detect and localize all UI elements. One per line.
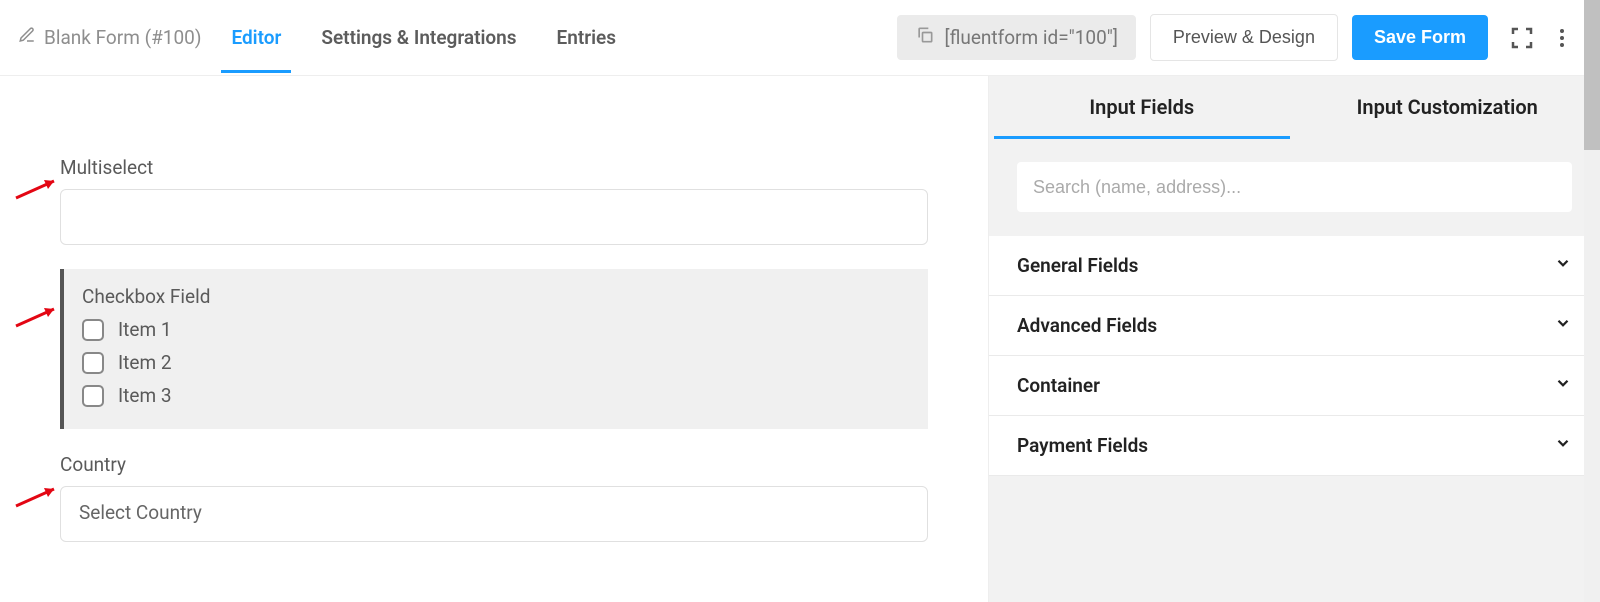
country-field[interactable]: Country Select Country: [60, 453, 928, 542]
checkbox-icon[interactable]: [82, 319, 104, 341]
checkbox-item-label: Item 1: [118, 318, 172, 341]
save-button[interactable]: Save Form: [1352, 15, 1488, 60]
arrow-icon: [14, 306, 58, 328]
chevron-down-icon: [1554, 434, 1572, 457]
preview-button[interactable]: Preview & Design: [1150, 14, 1338, 61]
chevron-down-icon: [1554, 254, 1572, 277]
fields-accordion: General Fields Advanced Fields Container…: [989, 236, 1600, 476]
main: Multiselect Checkbox Field Item 1 Item 2…: [0, 76, 1600, 602]
accordion-label: Advanced Fields: [1017, 314, 1157, 337]
chevron-down-icon: [1554, 374, 1572, 397]
checkbox-item[interactable]: Item 2: [82, 351, 910, 374]
search-input[interactable]: [1017, 162, 1572, 212]
multiselect-input[interactable]: [60, 189, 928, 245]
accordion-general-fields[interactable]: General Fields: [989, 236, 1600, 296]
form-title-wrap[interactable]: Blank Form (#100): [18, 26, 201, 49]
fullscreen-icon[interactable]: [1502, 18, 1542, 58]
checkbox-item[interactable]: Item 1: [82, 318, 910, 341]
tab-input-customization[interactable]: Input Customization: [1295, 76, 1600, 138]
copy-icon: [915, 25, 935, 50]
arrow-icon: [14, 178, 58, 200]
more-icon[interactable]: [1542, 18, 1582, 58]
accordion-label: General Fields: [1017, 254, 1138, 277]
checkbox-icon[interactable]: [82, 352, 104, 374]
accordion-label: Container: [1017, 374, 1100, 397]
checkbox-item[interactable]: Item 3: [82, 384, 910, 407]
accordion-container[interactable]: Container: [989, 356, 1600, 416]
pencil-icon: [18, 26, 36, 49]
accordion-label: Payment Fields: [1017, 434, 1148, 457]
shortcode-text: [fluentform id="100"]: [945, 26, 1118, 49]
topbar: Blank Form (#100) Editor Settings & Inte…: [0, 0, 1600, 76]
shortcode-box[interactable]: [fluentform id="100"]: [897, 15, 1136, 60]
form-canvas: Multiselect Checkbox Field Item 1 Item 2…: [0, 76, 988, 602]
tab-editor[interactable]: Editor: [231, 2, 281, 73]
accordion-advanced-fields[interactable]: Advanced Fields: [989, 296, 1600, 356]
checkbox-icon[interactable]: [82, 385, 104, 407]
search-wrap: [989, 138, 1600, 236]
header-tabs: Editor Settings & Integrations Entries: [231, 2, 616, 73]
arrow-icon: [14, 486, 58, 508]
chevron-down-icon: [1554, 314, 1572, 337]
tab-input-fields[interactable]: Input Fields: [989, 76, 1295, 138]
country-select[interactable]: Select Country: [60, 486, 928, 542]
multiselect-label: Multiselect: [60, 156, 928, 179]
country-label: Country: [60, 453, 928, 476]
sidebar-tabs: Input Fields Input Customization: [989, 76, 1600, 138]
scrollbar[interactable]: [1584, 0, 1600, 602]
checkbox-item-label: Item 3: [118, 384, 172, 407]
multiselect-field[interactable]: Multiselect: [60, 156, 928, 245]
checkbox-item-label: Item 2: [118, 351, 172, 374]
tab-settings[interactable]: Settings & Integrations: [321, 2, 516, 73]
checkbox-field[interactable]: Checkbox Field Item 1 Item 2 Item 3: [60, 269, 928, 429]
accordion-payment-fields[interactable]: Payment Fields: [989, 416, 1600, 476]
scrollbar-thumb[interactable]: [1584, 0, 1600, 150]
sidebar: Input Fields Input Customization General…: [988, 76, 1600, 602]
tab-entries[interactable]: Entries: [557, 2, 616, 73]
checkbox-label: Checkbox Field: [82, 285, 910, 308]
form-title: Blank Form (#100): [44, 26, 201, 49]
